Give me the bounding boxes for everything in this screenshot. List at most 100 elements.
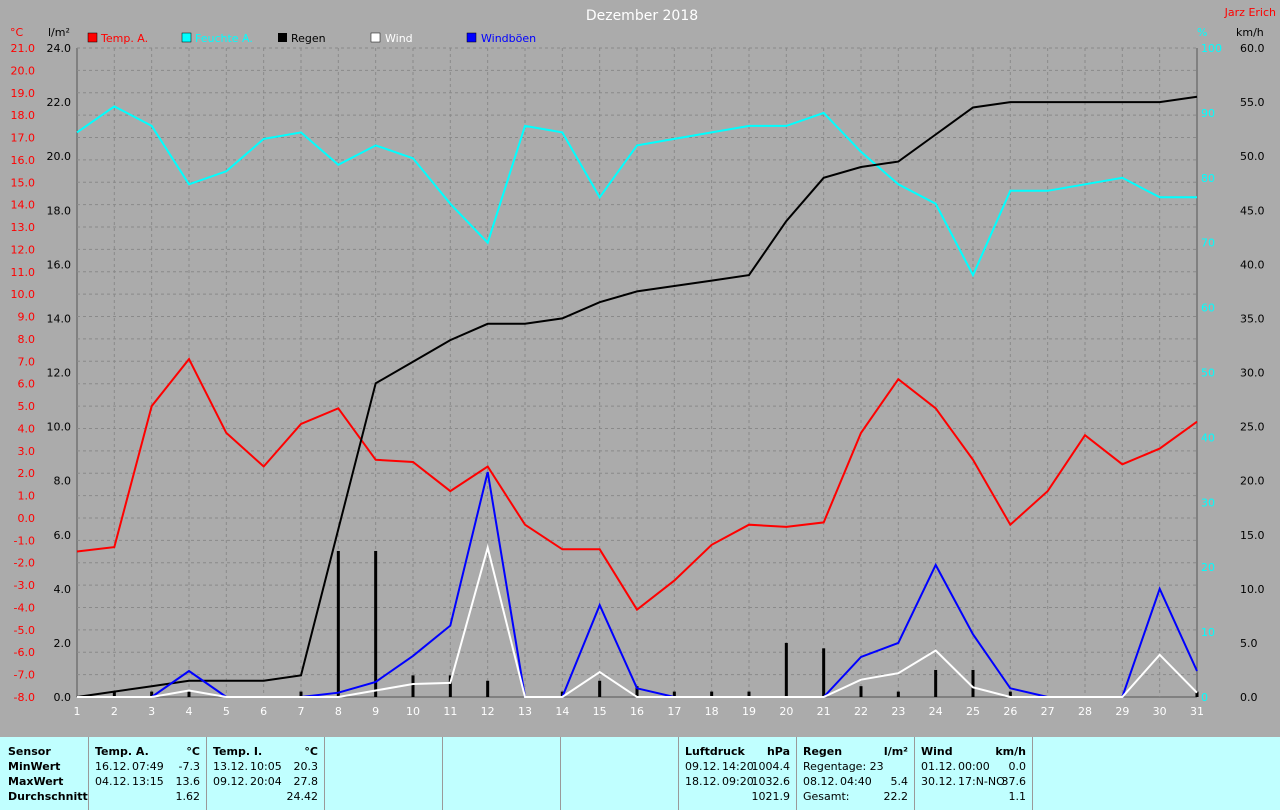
temp-tick-label: -8.0	[14, 691, 35, 704]
wind-min-val: 0.0	[1008, 760, 1027, 773]
luftdruck-max-time: 09:20	[722, 775, 754, 788]
x-tick-label: 13	[518, 705, 532, 718]
rain-bar	[374, 550, 378, 697]
regen-max-date: 08.12.	[803, 775, 838, 788]
regen-tage: Regentage: 23	[803, 760, 884, 773]
legend-windboeen: Windböen	[481, 32, 536, 45]
stats-empty-2	[442, 737, 560, 810]
wind-title: Wind	[921, 745, 953, 758]
chart-background	[0, 0, 1280, 737]
temp-tick-label: -5.0	[14, 624, 35, 637]
rain-bar	[336, 550, 340, 697]
rain-bar	[859, 686, 863, 697]
label-min: MinWert	[8, 760, 61, 773]
temp-tick-label: 16.0	[11, 154, 36, 167]
stats-labels: Sensor MinWert MaxWert Durchschnitt	[0, 737, 88, 810]
x-tick-label: 24	[929, 705, 943, 718]
feuchte-tick-label: 60	[1201, 302, 1215, 315]
temp-i-min-date: 13.12.	[213, 760, 248, 773]
wind-max-date: 30.12.	[921, 775, 956, 788]
temp-i-title: Temp. I.	[213, 745, 263, 758]
temp-tick-label: 4.0	[18, 422, 36, 435]
x-tick-label: 5	[223, 705, 230, 718]
wind-tick-label: 50.0	[1240, 150, 1265, 163]
feuchte-tick-label: 20	[1201, 561, 1215, 574]
temp-tick-label: -7.0	[14, 669, 35, 682]
regen-tick-label: 8.0	[54, 475, 72, 488]
temp-a-title: Temp. A.	[95, 745, 149, 758]
luftdruck-max-val: 1032.6	[751, 775, 791, 788]
wind-tick-label: 45.0	[1240, 204, 1265, 217]
temp-tick-label: 11.0	[11, 266, 36, 279]
x-tick-label: 30	[1153, 705, 1167, 718]
x-tick-label: 2	[111, 705, 118, 718]
regen-tick-label: 2.0	[54, 637, 72, 650]
wind-tick-label: 10.0	[1240, 583, 1265, 596]
temp-tick-label: 0.0	[18, 512, 36, 525]
regen-tick-label: 0.0	[54, 691, 72, 704]
regen-total-label: Gesamt:	[803, 790, 850, 803]
temp-tick-label: 9.0	[18, 311, 36, 324]
x-tick-label: 26	[1003, 705, 1017, 718]
feuchte-tick-label: 40	[1201, 431, 1215, 444]
temp-tick-label: 7.0	[18, 355, 36, 368]
legend-swatch-windboeen	[466, 32, 477, 43]
regen-tick-label: 4.0	[54, 583, 72, 596]
temp-i-min-val: 20.3	[293, 760, 319, 773]
regen-axis-unit: l/m²	[48, 26, 70, 39]
temp-tick-label: 5.0	[18, 400, 36, 413]
temp-a-min-time: 07:49	[132, 760, 164, 773]
regen-tick-label: 10.0	[47, 421, 72, 434]
legend-swatch-regen	[278, 33, 287, 42]
regen-max-time: 04:40	[840, 775, 872, 788]
temp-i-unit: °C	[304, 745, 318, 758]
legend-swatch-temp-a	[87, 32, 98, 43]
regen-title: Regen	[803, 745, 843, 758]
temp-axis-unit: °C	[10, 26, 24, 39]
x-tick-label: 10	[406, 705, 420, 718]
luftdruck-min-time: 14:20	[722, 760, 754, 773]
legend-swatch-feuchte-a	[181, 32, 192, 43]
wind-avg: 1.1	[1008, 790, 1027, 803]
temp-tick-label: 20.0	[11, 64, 36, 77]
temp-tick-label: 13.0	[11, 221, 36, 234]
stats-temp-i: Temp. I. °C 13.12. 10:05 20.3 09.12. 20:04 27…	[206, 737, 324, 810]
feuchte-tick-label: 80	[1201, 172, 1215, 185]
regen-tick-label: 16.0	[47, 258, 72, 271]
temp-a-max-val: 13.6	[175, 775, 201, 788]
temp-i-max-val: 27.8	[293, 775, 319, 788]
feuchte-axis-unit: %	[1197, 26, 1207, 39]
regen-total: 22.2	[883, 790, 909, 803]
rain-bar	[486, 680, 490, 697]
wind-tick-label: 30.0	[1240, 367, 1265, 380]
temp-i-min-time: 10:05	[250, 760, 282, 773]
temp-tick-label: -4.0	[14, 601, 35, 614]
luftdruck-min-date: 09.12.	[685, 760, 720, 773]
luftdruck-avg: 1021.9	[751, 790, 791, 803]
stats-luftdruck: Luftdruck hPa 09.12. 14:20 1004.4 18.12. 09:…	[678, 737, 796, 810]
x-tick-label: 6	[260, 705, 267, 718]
weather-chart: Dezember 2018 Jarz Erich Temp. A. Feucht…	[0, 0, 1280, 737]
wind-max-time: 17:N-NO	[958, 775, 1005, 788]
temp-tick-label: 12.0	[11, 243, 36, 256]
temp-tick-label: -6.0	[14, 646, 35, 659]
label-max: MaxWert	[8, 775, 64, 788]
legend-swatch-wind	[370, 32, 381, 43]
temp-tick-label: 1.0	[18, 490, 36, 503]
regen-tick-label: 14.0	[47, 312, 72, 325]
temp-tick-label: 10.0	[11, 288, 36, 301]
regen-tick-label: 18.0	[47, 204, 72, 217]
temp-tick-label: 18.0	[11, 109, 36, 122]
temp-tick-label: 2.0	[18, 467, 36, 480]
temp-a-unit: °C	[186, 745, 200, 758]
x-tick-label: 18	[705, 705, 719, 718]
temp-i-avg: 24.42	[286, 790, 319, 803]
luftdruck-unit: hPa	[766, 745, 790, 758]
x-tick-label: 17	[667, 705, 681, 718]
x-tick-label: 31	[1190, 705, 1204, 718]
wind-tick-label: 35.0	[1240, 312, 1265, 325]
rain-bar	[896, 691, 900, 697]
x-tick-label: 16	[630, 705, 644, 718]
feuchte-tick-label: 90	[1201, 107, 1215, 120]
feuchte-tick-label: 10	[1201, 626, 1215, 639]
